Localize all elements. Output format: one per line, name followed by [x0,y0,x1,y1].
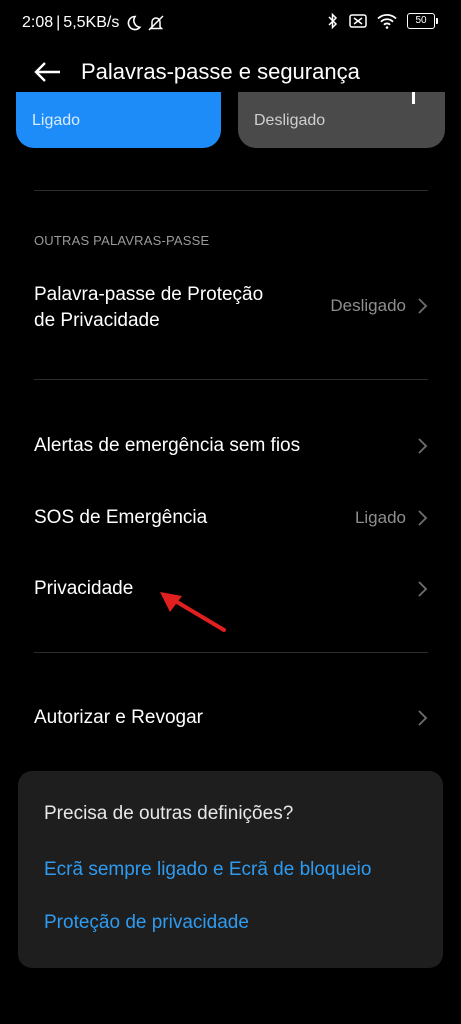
row-sos-title: SOS de Emergência [34,507,208,528]
status-separator: | [56,14,61,31]
battery-icon: 50 [407,13,438,29]
row-emergency-alerts-title: Alertas de emergência sem fios [34,435,301,456]
arrow-left-icon[interactable] [30,54,66,90]
chevron-right-icon [418,581,428,597]
annotation-arrow [160,592,226,632]
chevron-right-icon [418,298,428,314]
wifi-icon [377,14,397,29]
row-privacy-password-line2: de Privacidade [34,310,160,331]
suggestions-title: Precisa de outras definições? [44,803,294,824]
chevron-right-icon [418,510,428,526]
section-header-other-passwords: OUTRAS PALAVRAS-PASSE [34,233,210,248]
bell-off-icon [148,15,164,31]
link-always-on-lock-screen[interactable]: Ecrã sempre ligado e Ecrã de bloqueio [44,859,371,881]
row-privacy-password[interactable]: Palavra-passe de Proteção de Privacidade… [0,280,461,336]
divider [34,190,428,191]
moon-icon [127,15,142,31]
divider [34,652,428,653]
mode-off-label: Desligado [254,112,326,129]
link-privacy-protection[interactable]: Proteção de privacidade [44,912,249,934]
row-sos-value: Ligado [354,508,406,527]
bluetooth-icon [328,12,338,30]
status-bar: 2:08 | 5,5KB/s 50 [0,0,461,46]
divider [34,379,428,380]
chevron-right-icon [418,438,428,454]
status-left: 2:08 | 5,5KB/s [22,14,165,32]
suggestions-card: Precisa de outras definições? Ecrã sempr… [18,771,443,968]
screen-icon [349,14,367,28]
app-header: Palavras-passe e segurança [0,50,461,94]
row-privacy-title: Privacidade [34,578,134,599]
row-authorize-revoke[interactable]: Autorizar e Revogar [0,702,461,736]
row-privacy-password-title: Palavra-passe de Proteção de Privacidade [34,282,263,334]
chevron-right-icon [418,710,428,726]
row-privacy-password-line1: Palavra-passe de Proteção [34,284,264,305]
card-tick-mark [412,92,415,104]
row-privacy-password-value: Desligado [330,296,406,315]
row-emergency-alerts[interactable]: Alertas de emergência sem fios [0,430,461,464]
mode-on-label: Ligado [32,112,81,129]
status-time: 2:08 [22,14,54,31]
mode-card-off[interactable]: Desligado [238,92,445,148]
page-title: Palavras-passe e segurança [81,59,360,84]
status-speed: 5,5KB/s [63,14,120,31]
status-right: 50 [327,12,438,30]
row-sos[interactable]: SOS de Emergência Ligado [0,502,461,536]
row-authorize-revoke-title: Autorizar e Revogar [34,707,203,728]
mode-card-on[interactable]: Ligado [16,92,221,148]
